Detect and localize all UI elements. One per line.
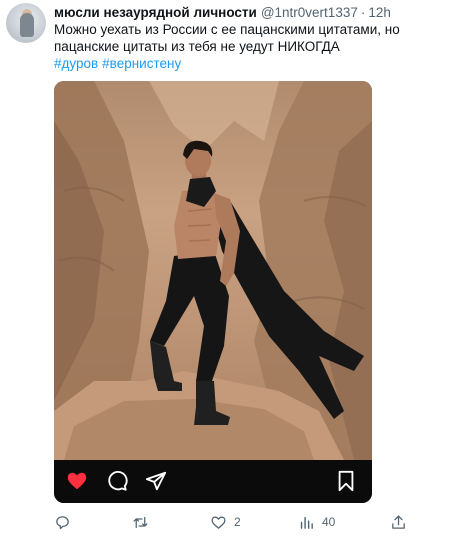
like-button[interactable]: 2: [210, 511, 241, 533]
reply-button[interactable]: [54, 511, 78, 533]
hashtags: #дуров #вернистену: [54, 56, 185, 72]
retweet-button[interactable]: [132, 511, 156, 533]
tweet-text: Можно уехать из России с ее пацанскими ц…: [54, 22, 400, 54]
reply-icon: [56, 515, 69, 529]
tweet-actions: 2 40: [54, 511, 407, 535]
share-icon: [392, 514, 405, 529]
views-button[interactable]: 40: [298, 511, 335, 533]
like-heart-icon: [211, 516, 226, 529]
tweet[interactable]: мюсли незаурядной личности @1ntr0vert133…: [0, 0, 474, 539]
timestamp[interactable]: 12h: [368, 5, 391, 20]
photo[interactable]: [54, 81, 372, 460]
hashtag-durov[interactable]: #дуров: [54, 56, 98, 71]
instagram-action-bar: [54, 460, 372, 503]
tweet-header: мюсли незаурядной личности @1ntr0vert133…: [54, 3, 391, 21]
retweet-icon: [133, 516, 148, 528]
separator-dot: ·: [360, 4, 366, 20]
views-chart-icon: [300, 516, 313, 529]
send-icon[interactable]: [145, 470, 167, 492]
hashtag-vernistenu[interactable]: #вернистену: [102, 56, 181, 71]
user-handle[interactable]: @1ntr0vert1337: [261, 5, 358, 20]
display-name[interactable]: мюсли незаурядной личности: [54, 5, 257, 20]
media-card[interactable]: [54, 81, 372, 503]
comment-icon[interactable]: [106, 470, 128, 492]
heart-icon[interactable]: [66, 470, 88, 492]
photo-illustration: [54, 81, 372, 460]
avatar[interactable]: [6, 3, 46, 43]
views-count: 40: [322, 515, 336, 529]
bookmark-icon[interactable]: [335, 470, 357, 492]
like-count: 2: [234, 515, 241, 529]
share-button[interactable]: [390, 511, 407, 533]
avatar-figure: [20, 13, 34, 37]
